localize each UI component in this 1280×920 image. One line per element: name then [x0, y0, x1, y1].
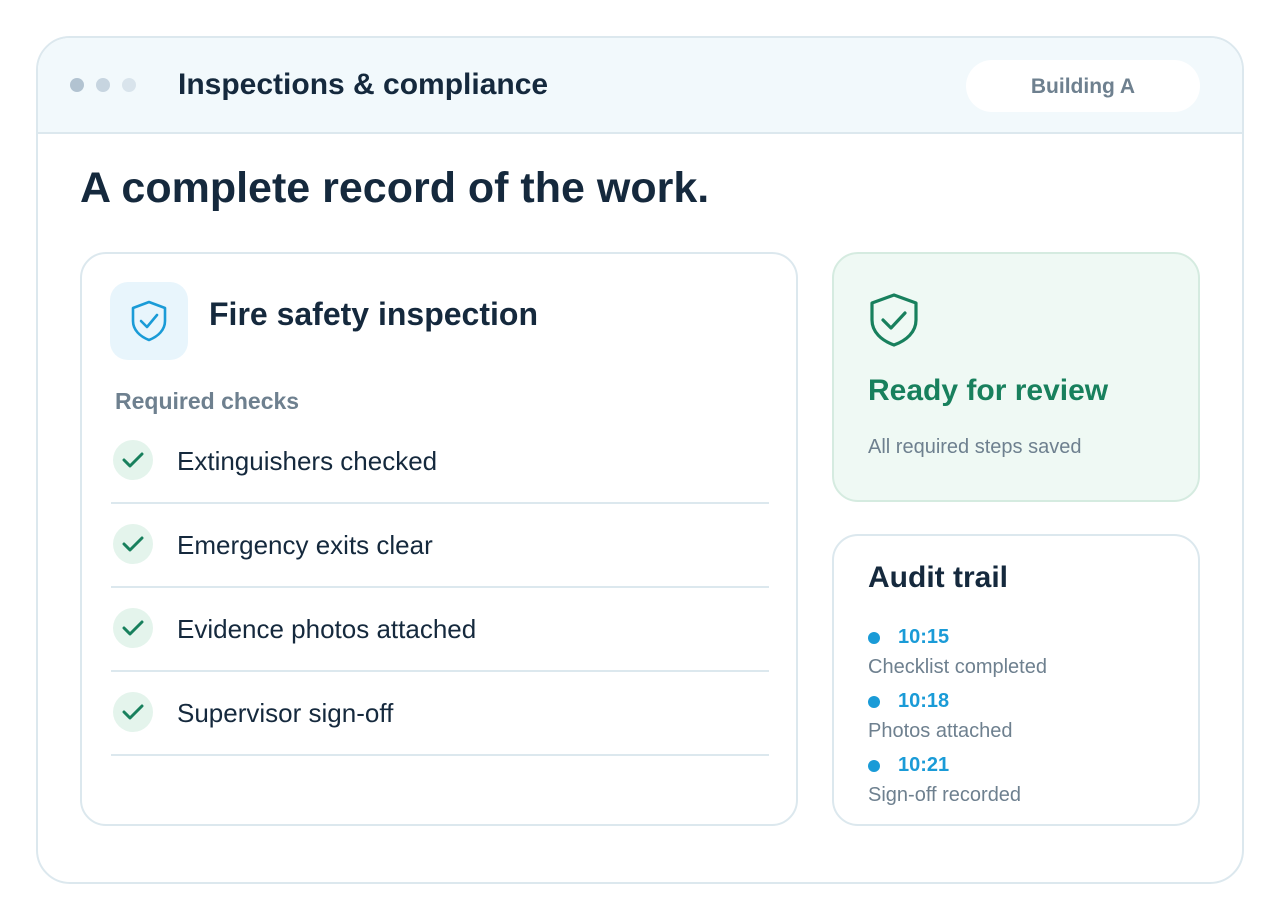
check-item[interactable]: Supervisor sign-off	[111, 672, 769, 756]
building-selector[interactable]: Building A	[966, 60, 1200, 112]
audit-entry-text: Sign-off recorded	[868, 784, 1022, 806]
check-item[interactable]: Emergency exits clear	[111, 504, 769, 588]
shield-check-icon	[110, 282, 188, 360]
check-item-label: Evidence photos attached	[177, 614, 477, 644]
audit-trail-title: Audit trail	[868, 561, 1008, 594]
window-control-minimize[interactable]	[96, 78, 110, 92]
timeline-dot-icon	[868, 696, 880, 708]
window-control-close[interactable]	[70, 78, 84, 92]
timeline-dot-icon	[868, 760, 880, 772]
audit-entry: 10:21 Sign-off recorded	[868, 754, 1188, 824]
audit-trail-card: Audit trail 10:15 Checklist completed 10…	[832, 534, 1200, 826]
check-item-label: Emergency exits clear	[177, 530, 433, 560]
audit-entry-text: Photos attached	[868, 720, 1013, 742]
audit-entry-time: 10:18	[898, 690, 950, 712]
required-checks-label: Required checks	[115, 388, 300, 414]
checkmark-icon	[113, 440, 153, 480]
checkmark-icon	[113, 608, 153, 648]
check-item-label: Extinguishers checked	[177, 446, 438, 476]
window-control-maximize[interactable]	[122, 78, 136, 92]
checkmark-icon	[113, 692, 153, 732]
page-headline: A complete record of the work.	[80, 164, 710, 212]
review-status-subtitle: All required steps saved	[868, 436, 1082, 458]
audit-entry-time: 10:15	[898, 626, 950, 648]
check-item[interactable]: Evidence photos attached	[111, 588, 769, 672]
review-status-title: Ready for review	[868, 374, 1109, 407]
audit-entry: 10:18 Photos attached	[868, 690, 1188, 760]
shield-check-icon	[868, 292, 920, 353]
audit-entry-time: 10:21	[898, 754, 950, 776]
inspection-card: Fire safety inspection Required checks E…	[80, 252, 798, 826]
audit-entry: 10:15 Checklist completed	[868, 626, 1188, 696]
check-item-label: Supervisor sign-off	[177, 698, 394, 728]
title-bar: Inspections & compliance Building A	[38, 38, 1242, 134]
review-status-card: Ready for review All required steps save…	[832, 252, 1200, 502]
checkmark-icon	[113, 524, 153, 564]
inspection-title: Fire safety inspection	[209, 296, 538, 332]
timeline-dot-icon	[868, 632, 880, 644]
check-item[interactable]: Extinguishers checked	[111, 420, 769, 504]
audit-entry-text: Checklist completed	[868, 656, 1047, 678]
app-title: Inspections & compliance	[178, 68, 549, 101]
